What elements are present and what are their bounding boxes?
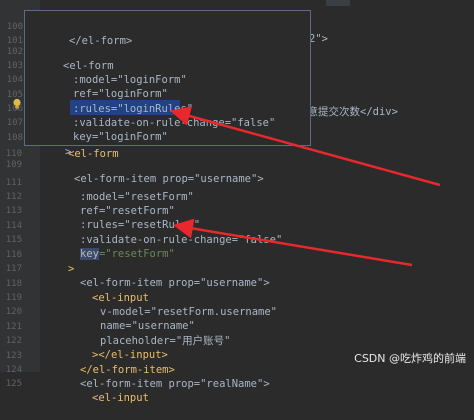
code-line-118: 118 <el-input [0, 262, 474, 305]
code-line-119: 119 v-model="resetForm.username" [0, 276, 474, 319]
code-line-113: 113 :rules="resetRules" [0, 189, 474, 232]
code-line-102: 102 <el-form [7, 30, 310, 73]
code-line-100: 100 </el-form> [7, 5, 310, 48]
code-text: <el-form [68, 148, 119, 160]
code-line-104: 104 ref="loginForm" [7, 58, 310, 101]
code-text: <el-input [92, 392, 149, 404]
peek-definition-popup[interactable]: 100 </el-form> 101 102 <el-form 103 :mod… [7, 10, 311, 159]
line-number: 125 [5, 378, 22, 389]
scroll-indicator [326, 0, 350, 6]
code-line-112: 112 ref="resetForm" [0, 175, 474, 218]
code-line-111: 111 :model="resetForm" [0, 161, 474, 204]
line-number: 107 [6, 117, 23, 128]
line-number: 102 [6, 46, 23, 57]
code-line-105: 105 :rules="loginRules" [7, 73, 310, 116]
lightbulb-icon[interactable] [12, 98, 22, 110]
code-line-108: 108 > [7, 116, 310, 159]
code-line-120: 120 name="username" [0, 290, 474, 333]
code-line-114: 114 :validate-on-rule-change="false" [0, 204, 474, 247]
code-text: key="loginForm" [73, 131, 168, 143]
watermark: CSDN @吃炸鸡的前端 [354, 352, 466, 365]
line-number: 108 [6, 132, 23, 143]
line-number: 104 [6, 74, 23, 85]
line-number: 110 [5, 149, 22, 159]
code-line-121: 121 placeholder="用户账号" [0, 305, 474, 348]
code-text: <el-form-item prop="realName"> [80, 378, 270, 390]
code-text-fragment: 2"> [309, 33, 328, 45]
code-line-123: 123 </el-form-item> [0, 334, 474, 377]
line-number: 103 [6, 60, 23, 71]
line-number: 100 [6, 21, 23, 32]
code-line-116: 116 > [0, 233, 474, 276]
code-line-107: 107 key="loginForm" [7, 101, 310, 144]
code-text-fragment: 注意提交次数</div> [297, 106, 398, 118]
code-line-115: 115 key="resetForm" [0, 218, 474, 260]
code-line-122: 122 ></el-input> [0, 319, 474, 362]
code-text: > [65, 146, 72, 158]
code-line-106: 106 :validate-on-rule-change="false" [7, 87, 310, 130]
code-line-117: 117 <el-form-item prop="username"> [0, 247, 474, 290]
code-line-103: 103 :model="loginForm" [7, 44, 310, 87]
